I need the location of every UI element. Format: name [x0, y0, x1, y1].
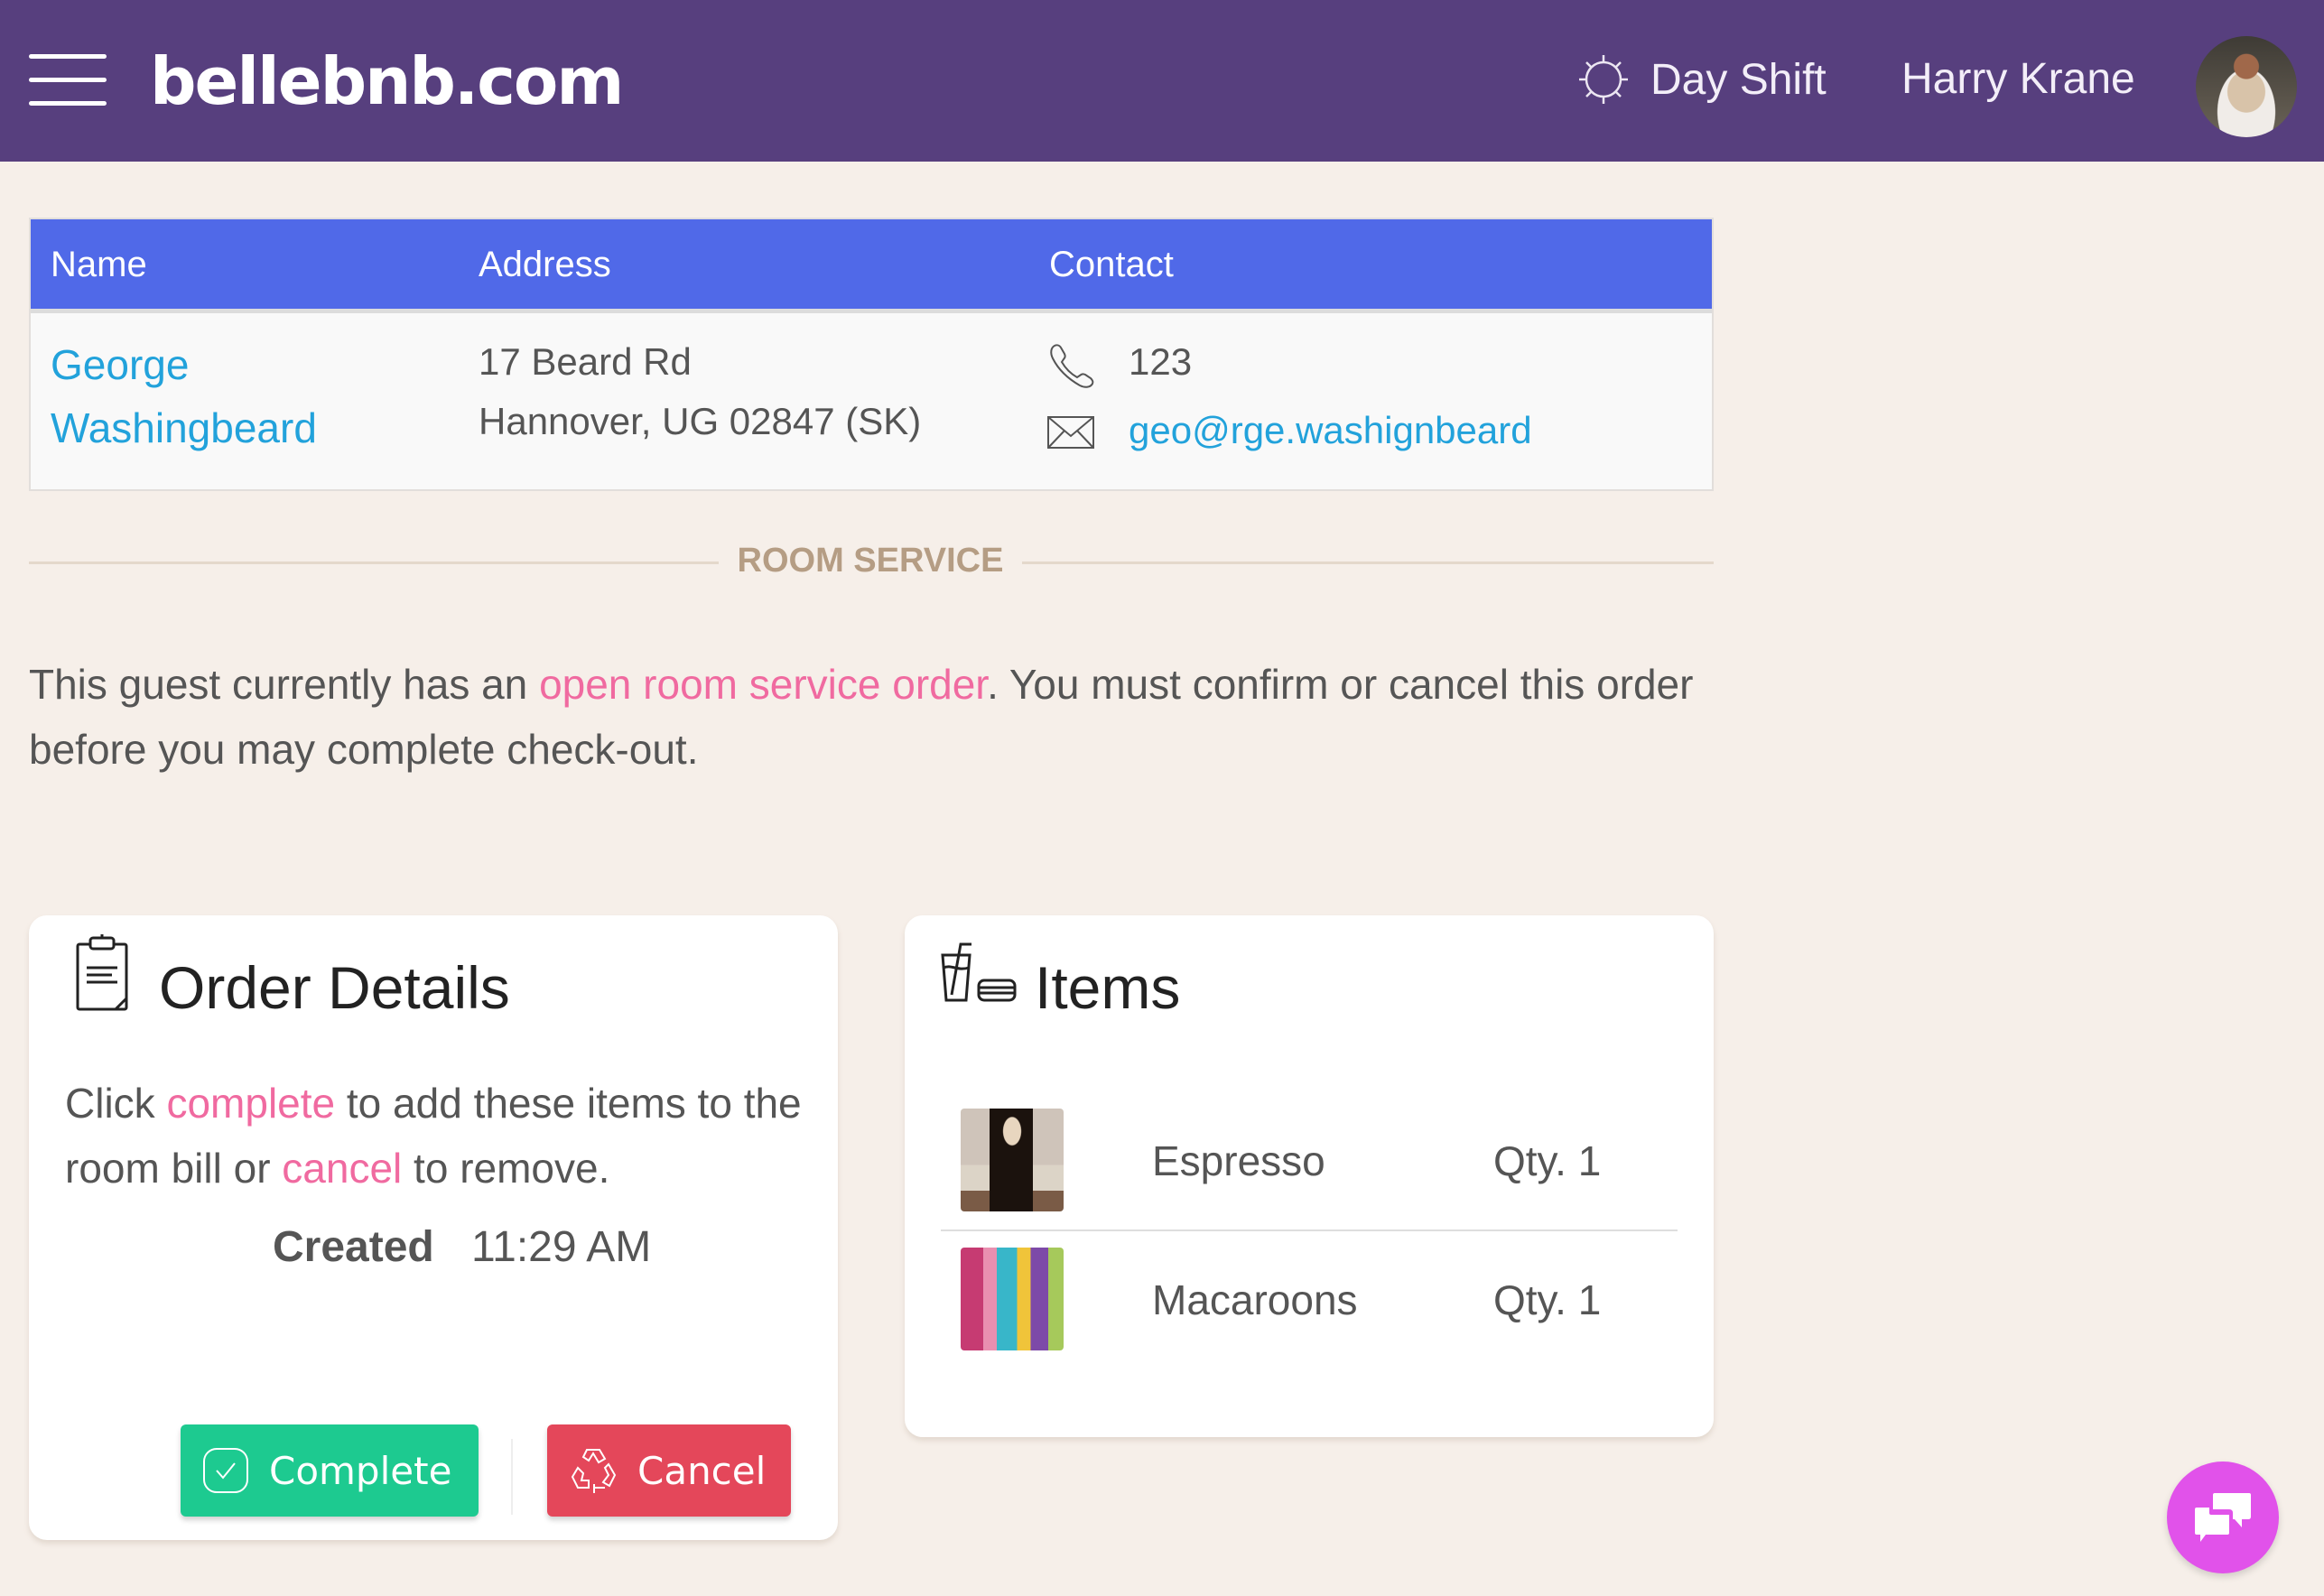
table-header: Name Address Contact — [31, 219, 1712, 313]
phone-icon — [1050, 344, 1094, 388]
complete-button-label: Complete — [269, 1448, 452, 1493]
column-header-name: Name — [51, 245, 147, 284]
order-description: Click complete to add these items to the… — [65, 1071, 805, 1201]
chat-button[interactable] — [2167, 1461, 2279, 1573]
hamburger-menu-icon[interactable] — [29, 54, 107, 107]
order-details-title: Order Details — [159, 954, 510, 1021]
avatar[interactable] — [2196, 36, 2297, 137]
user-name[interactable]: Harry Krane — [1901, 43, 2135, 116]
item-qty: Qty. 1 — [1493, 1137, 1602, 1184]
desc-text: to remove. — [402, 1145, 610, 1192]
table-row: George Washingbeard 17 Beard Rd Hannover… — [31, 313, 1712, 489]
food-drink-icon — [941, 942, 1017, 1002]
created-time: 11:29 AM — [471, 1223, 652, 1271]
item-name: Macaroons — [1152, 1276, 1358, 1323]
created-label: Created — [273, 1223, 434, 1271]
guest-info-table: Name Address Contact George Washingbeard… — [29, 218, 1714, 491]
check-square-icon — [203, 1448, 248, 1493]
order-details-card: Order Details Click complete to add thes… — [29, 915, 838, 1540]
item-name: Espresso — [1152, 1137, 1325, 1184]
list-item: Macaroons Qty. 1 — [941, 1231, 1678, 1370]
cancel-link[interactable]: cancel — [282, 1145, 402, 1192]
items-title: Items — [1035, 954, 1181, 1021]
macaroons-thumbnail — [961, 1248, 1064, 1350]
item-qty: Qty. 1 — [1493, 1276, 1602, 1323]
espresso-thumbnail — [961, 1109, 1064, 1211]
column-header-address: Address — [479, 245, 611, 284]
address-line-2: Hannover, UG 02847 (SK) — [479, 400, 922, 442]
button-separator — [511, 1439, 513, 1515]
guest-first-name: George — [51, 341, 190, 388]
desc-text: Click — [65, 1080, 167, 1127]
email-link[interactable]: geo@rge.washignbeard — [1129, 409, 1532, 452]
room-service-notice: This guest currently has an open room se… — [29, 652, 1726, 782]
shift-label: Day Shift — [1650, 55, 1827, 104]
sun-icon — [1579, 55, 1628, 104]
chat-bubbles-icon — [2195, 1493, 2251, 1542]
notice-text-prefix: This guest currently has an — [29, 661, 540, 708]
shift-indicator[interactable]: Day Shift — [1576, 43, 1827, 116]
section-divider-label: ROOM SERVICE — [737, 542, 1004, 580]
top-header: bellebnb.com Day Shift Harry Krane — [0, 0, 2324, 162]
phone-number: 123 — [1129, 340, 1193, 383]
column-header-contact: Contact — [1049, 245, 1174, 284]
recycle-icon — [571, 1449, 617, 1493]
cancel-button[interactable]: Cancel — [547, 1424, 791, 1517]
clipboard-icon — [76, 934, 128, 1011]
cancel-button-label: Cancel — [637, 1448, 767, 1493]
address-line-1: 17 Beard Rd — [479, 340, 692, 383]
envelope-icon — [1047, 416, 1094, 449]
guest-name-link[interactable]: George Washingbeard — [51, 333, 317, 459]
logo[interactable]: bellebnb.com — [150, 36, 624, 126]
guest-last-name: Washingbeard — [51, 404, 317, 451]
complete-link[interactable]: complete — [166, 1080, 335, 1127]
open-order-link[interactable]: open room service order — [539, 661, 987, 708]
divider-line-left — [29, 561, 719, 564]
divider-line-right — [1022, 561, 1714, 564]
items-card: Items Espresso Qty. 1 Macaroons Qty. 1 — [905, 915, 1714, 1437]
list-item: Espresso Qty. 1 — [941, 1092, 1678, 1231]
complete-button[interactable]: Complete — [181, 1424, 479, 1517]
